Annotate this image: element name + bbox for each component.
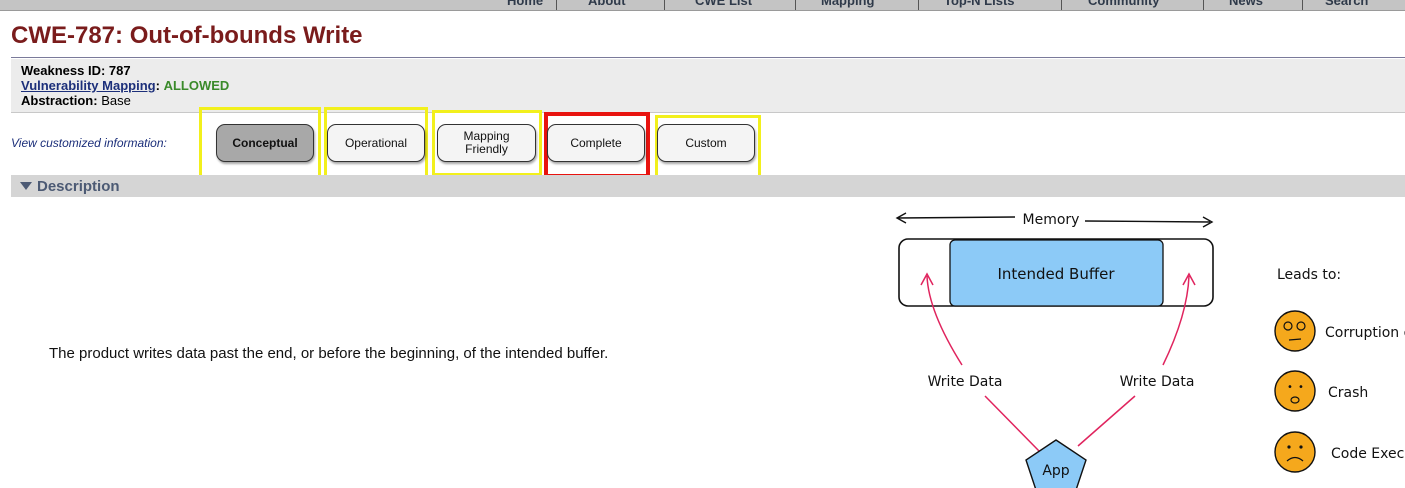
view-complete-button[interactable]: Complete bbox=[547, 124, 645, 162]
nav-separator bbox=[664, 0, 665, 10]
consequence-crash: Crash bbox=[1328, 385, 1368, 401]
description-text: The product writes data past the end, or… bbox=[49, 345, 609, 362]
nav-top-n-lists[interactable]: Top-N Lists bbox=[944, 0, 1015, 8]
description-header-label: Description bbox=[37, 178, 120, 195]
consequence-corruption: Corruption o bbox=[1325, 325, 1405, 341]
out-of-bounds-write-diagram: Memory Intended Buffer Write Data Write … bbox=[895, 212, 1405, 488]
view-conceptual-button[interactable]: Conceptual bbox=[216, 124, 314, 162]
app-connector-left bbox=[984, 395, 1041, 453]
view-mapping-friendly-label: Mapping Friendly bbox=[463, 129, 510, 156]
description-section-header[interactable]: Description bbox=[11, 175, 1405, 197]
view-mapping-friendly-button[interactable]: Mapping Friendly bbox=[437, 124, 536, 162]
intended-buffer-label: Intended Buffer bbox=[997, 265, 1115, 283]
page-title: CWE-787: Out-of-bounds Write bbox=[11, 22, 363, 49]
vuln-mapping-link[interactable]: Vulnerability Mapping bbox=[21, 78, 156, 93]
nav-home[interactable]: Home bbox=[507, 0, 543, 8]
abstraction-row: Abstraction: Base bbox=[21, 93, 131, 108]
app-label: App bbox=[1042, 463, 1069, 479]
weakness-id-label: Weakness ID: bbox=[21, 63, 106, 78]
write-data-left-label: Write Data bbox=[928, 374, 1003, 390]
weakness-id-value: 787 bbox=[108, 63, 131, 78]
corruption-face-icon bbox=[1274, 310, 1316, 352]
top-nav: Home About CWE List Mapping Top-N Lists … bbox=[0, 0, 1405, 11]
nav-separator bbox=[1302, 0, 1303, 10]
vuln-mapping-colon: : bbox=[155, 78, 160, 93]
abstraction-label: Abstraction: bbox=[21, 93, 98, 108]
view-customized-label: View customized information: bbox=[11, 136, 167, 150]
nav-about[interactable]: About bbox=[588, 0, 626, 8]
write-data-right-label: Write Data bbox=[1120, 374, 1195, 390]
nav-separator bbox=[1203, 0, 1204, 10]
nav-mapping[interactable]: Mapping bbox=[821, 0, 874, 8]
vuln-mapping-value: ALLOWED bbox=[163, 78, 230, 93]
crash-face-icon: • • bbox=[1274, 370, 1316, 412]
memory-arrow-right-line bbox=[1084, 220, 1211, 223]
nav-news[interactable]: News bbox=[1229, 0, 1263, 8]
abstraction-value: Base bbox=[101, 93, 131, 108]
nav-community[interactable]: Community bbox=[1088, 0, 1160, 8]
nav-separator bbox=[556, 0, 557, 10]
nav-cwe-list[interactable]: CWE List bbox=[695, 0, 752, 8]
view-custom-button[interactable]: Custom bbox=[657, 124, 755, 162]
memory-arrow-left-line bbox=[897, 216, 1016, 219]
nav-separator bbox=[918, 0, 919, 10]
leads-to-label: Leads to: bbox=[1277, 267, 1341, 283]
code-execution-face-icon bbox=[1274, 431, 1316, 473]
consequence-code-execution: Code Execu bbox=[1331, 446, 1405, 462]
vuln-mapping-row: Vulnerability Mapping: ALLOWED bbox=[21, 78, 229, 93]
view-operational-button[interactable]: Operational bbox=[327, 124, 425, 162]
nav-search[interactable]: Search bbox=[1325, 0, 1368, 8]
svg-text:•: • bbox=[1298, 382, 1304, 393]
nav-separator bbox=[1061, 0, 1062, 10]
title-divider bbox=[11, 57, 1405, 58]
weakness-meta: Weakness ID: 787 Vulnerability Mapping: … bbox=[11, 59, 1405, 113]
collapse-triangle-icon bbox=[20, 182, 32, 190]
nav-separator bbox=[795, 0, 796, 10]
memory-label: Memory bbox=[1023, 212, 1080, 228]
app-connector-right bbox=[1077, 395, 1136, 447]
weakness-id-row: Weakness ID: 787 bbox=[21, 63, 131, 78]
svg-text:•: • bbox=[1287, 382, 1293, 393]
